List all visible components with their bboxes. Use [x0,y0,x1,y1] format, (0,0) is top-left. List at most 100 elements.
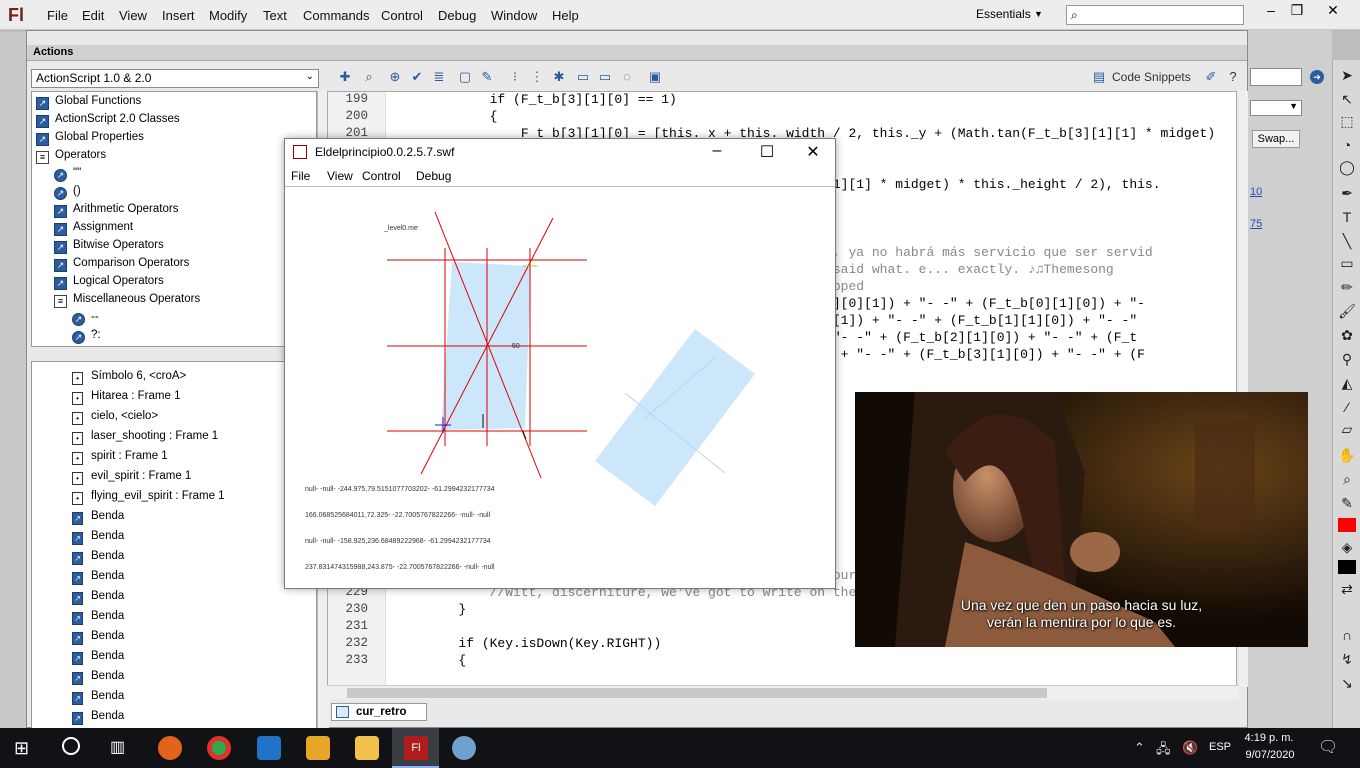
navigator-item[interactable]: • flying_evil_spirit : Frame 1 [32,486,316,506]
paint-icon[interactable] [452,736,476,760]
minimize-icon[interactable]: – [703,142,731,160]
lasso-tool-icon[interactable]: ◯ [1338,158,1356,176]
script-assist-icon[interactable]: ✐ [1203,69,1219,85]
help-icon[interactable]: ➜ [1310,70,1324,84]
properties-search-field[interactable] [1250,68,1302,86]
navigator-item[interactable]: ↗ Benda [32,686,316,706]
navigator-item[interactable]: • spirit : Frame 1 [32,446,316,466]
collapse-selection-icon[interactable]: ⋮ [529,69,545,85]
firefox-icon[interactable] [158,736,182,760]
menu-control[interactable]: Control [381,8,423,23]
menu-insert[interactable]: Insert [162,8,195,23]
check-syntax-icon[interactable]: ✔ [409,69,425,85]
pencil-tool-icon[interactable]: ✏ [1338,278,1356,296]
flash-taskbar-button[interactable]: Fl [392,728,439,768]
paint-bucket-tool-icon[interactable]: ◭ [1338,374,1356,392]
fill-color-icon[interactable]: ◈ [1338,538,1356,556]
code-snippets-icon[interactable]: ▤ [1091,69,1107,85]
language-indicator[interactable]: ESP [1209,741,1231,753]
debug-options-icon[interactable]: ✎ [479,69,495,85]
swf-titlebar[interactable]: Eldelprincipio0.0.2.5.7.swf – ☐ ✕ [285,139,835,165]
workspace-switcher[interactable]: Essentials [976,7,1031,21]
chevron-up-icon[interactable]: ⌃ [1134,740,1145,756]
menu-help[interactable]: Help [552,8,579,23]
text-tool-icon[interactable]: T [1338,208,1356,226]
hand-tool-icon[interactable]: ✋ [1338,446,1356,464]
swap-button[interactable]: Swap... [1252,130,1300,148]
eyedropper-tool-icon[interactable]: ⁄ [1338,398,1356,416]
navigator-item[interactable]: • cielo, <cielo> [32,406,316,426]
remove-comment-icon[interactable]: ◌ [619,69,635,85]
swf-menu-debug[interactable]: Debug [416,169,451,183]
navigator-item[interactable]: ↗ Benda [32,666,316,686]
pen-tool-icon[interactable]: ✒ [1338,184,1356,202]
media-player-icon[interactable] [257,736,281,760]
clock-time[interactable]: 4:19 p. m. [1244,732,1294,744]
properties-dropdown[interactable]: ▼ [1250,100,1302,116]
help-search-input[interactable]: ⌕ [1066,5,1244,25]
apply-line-comment-icon[interactable]: ▭ [597,69,613,85]
restore-icon[interactable]: ❐ [1282,2,1312,19]
menu-modify[interactable]: Modify [209,8,247,23]
toolbox-item[interactable]: ↗ -- [32,308,316,326]
windows-start-icon[interactable]: ⊞ [14,738,29,759]
code-hint-icon[interactable]: ▢ [457,69,473,85]
navigator-item[interactable]: ↗ Benda [32,646,316,666]
bone-tool-icon[interactable]: ⚲ [1338,350,1356,368]
chevron-down-icon[interactable]: ▼ [1034,9,1043,19]
smooth-icon[interactable]: ↯ [1338,650,1356,668]
maximize-icon[interactable]: ☐ [753,142,781,162]
collapse-between-braces-icon[interactable]: ⁝ [507,69,523,85]
toolbox-item[interactable]: ↗ Global Properties [32,128,316,146]
script-tab[interactable]: cur_retro [331,703,427,721]
toolbox-item[interactable]: ↗ ActionScript 2.0 Classes [32,110,316,128]
stroke-color-icon[interactable]: ✎ [1338,494,1356,512]
fill-color-swatch[interactable] [1338,560,1356,574]
brush-tool-icon[interactable]: 🖌 [1338,302,1356,320]
navigator-item[interactable]: • Hitarea : Frame 1 [32,386,316,406]
menu-edit[interactable]: Edit [82,8,104,23]
swf-menu-control[interactable]: Control [362,169,401,183]
toolbox-item[interactable]: ↗?: [32,326,316,344]
menu-commands[interactable]: Commands [303,8,369,23]
navigator-item[interactable]: • evil_spirit : Frame 1 [32,466,316,486]
target-path-icon[interactable]: ⊕ [387,69,403,85]
menu-window[interactable]: Window [491,8,537,23]
add-statement-icon[interactable]: ✚ [337,69,353,85]
language-select[interactable]: ActionScript 1.0 & 2.0 ⌄ [31,69,319,88]
menu-view[interactable]: View [119,8,147,23]
line-tool-icon[interactable]: ╲ [1338,232,1356,250]
volume-muted-icon[interactable]: 🔇 [1182,740,1198,756]
toolbox-item[interactable]: ↗ Assignment [32,218,316,236]
menu-file[interactable]: File [47,8,68,23]
video-overlay[interactable]: Una vez que den un paso hacia su luz, ve… [855,392,1308,647]
clock-date[interactable]: 9/07/2020 [1240,749,1300,761]
property-value[interactable]: 10 [1250,186,1262,198]
toolbox-item[interactable]: ↗ "" [32,164,316,182]
navigator-item[interactable]: ↗ Benda [32,626,316,646]
notifications-icon[interactable]: 🗨 [1318,737,1338,757]
deco-tool-icon[interactable]: ✿ [1338,326,1356,344]
snap-to-objects-icon[interactable]: ∩ [1338,626,1356,644]
navigator-item[interactable]: ↗ Benda [32,566,316,586]
search-icon[interactable] [62,737,80,755]
menu-text[interactable]: Text [263,8,287,23]
toolbox-item[interactable]: ↗ () [32,182,316,200]
eraser-tool-icon[interactable]: ▱ [1338,420,1356,438]
task-view-icon[interactable]: ▥ [110,737,125,757]
navigator-item[interactable]: ↗ Benda [32,506,316,526]
apply-block-comment-icon[interactable]: ▭ [575,69,591,85]
navigator-item[interactable]: • Símbolo 6, <croA> [32,366,316,386]
help-icon[interactable]: ? [1225,69,1241,85]
swf-menu-view[interactable]: View [327,169,353,183]
close-icon[interactable]: ✕ [1318,2,1348,19]
find-icon[interactable]: ⌕ [361,69,377,85]
toolbox-item[interactable]: ↗ Global Functions [32,92,316,110]
toolbox-item[interactable]: ↗ Comparison Operators [32,254,316,272]
navigator-item[interactable]: ↗ Benda [32,526,316,546]
navigator-item[interactable]: ↗ Benda [32,606,316,626]
toolbox-item[interactable]: ↗ Logical Operators [32,272,316,290]
toolbox-item[interactable]: ↗ Bitwise Operators [32,236,316,254]
3d-rotation-tool-icon[interactable]: ◔ [1338,136,1356,154]
free-transform-tool-icon[interactable]: ⬚ [1338,112,1356,130]
